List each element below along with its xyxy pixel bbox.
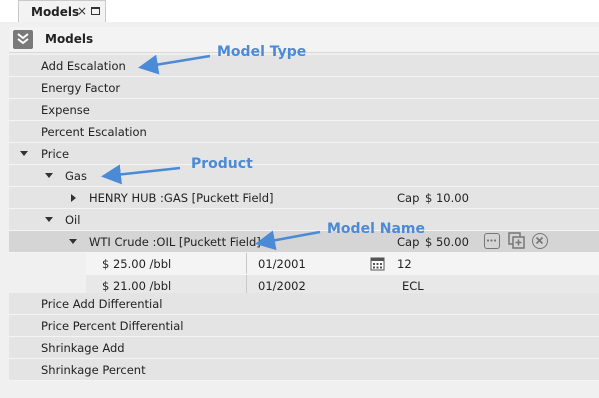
- annotation-model-type: Model Type: [217, 44, 307, 60]
- model-type-arrow: [138, 54, 211, 75]
- annotation-product: Product: [191, 156, 253, 172]
- annotation-model-name: Model Name: [327, 221, 425, 237]
- model-name-arrow: [255, 230, 321, 251]
- product-arrow: [101, 164, 181, 185]
